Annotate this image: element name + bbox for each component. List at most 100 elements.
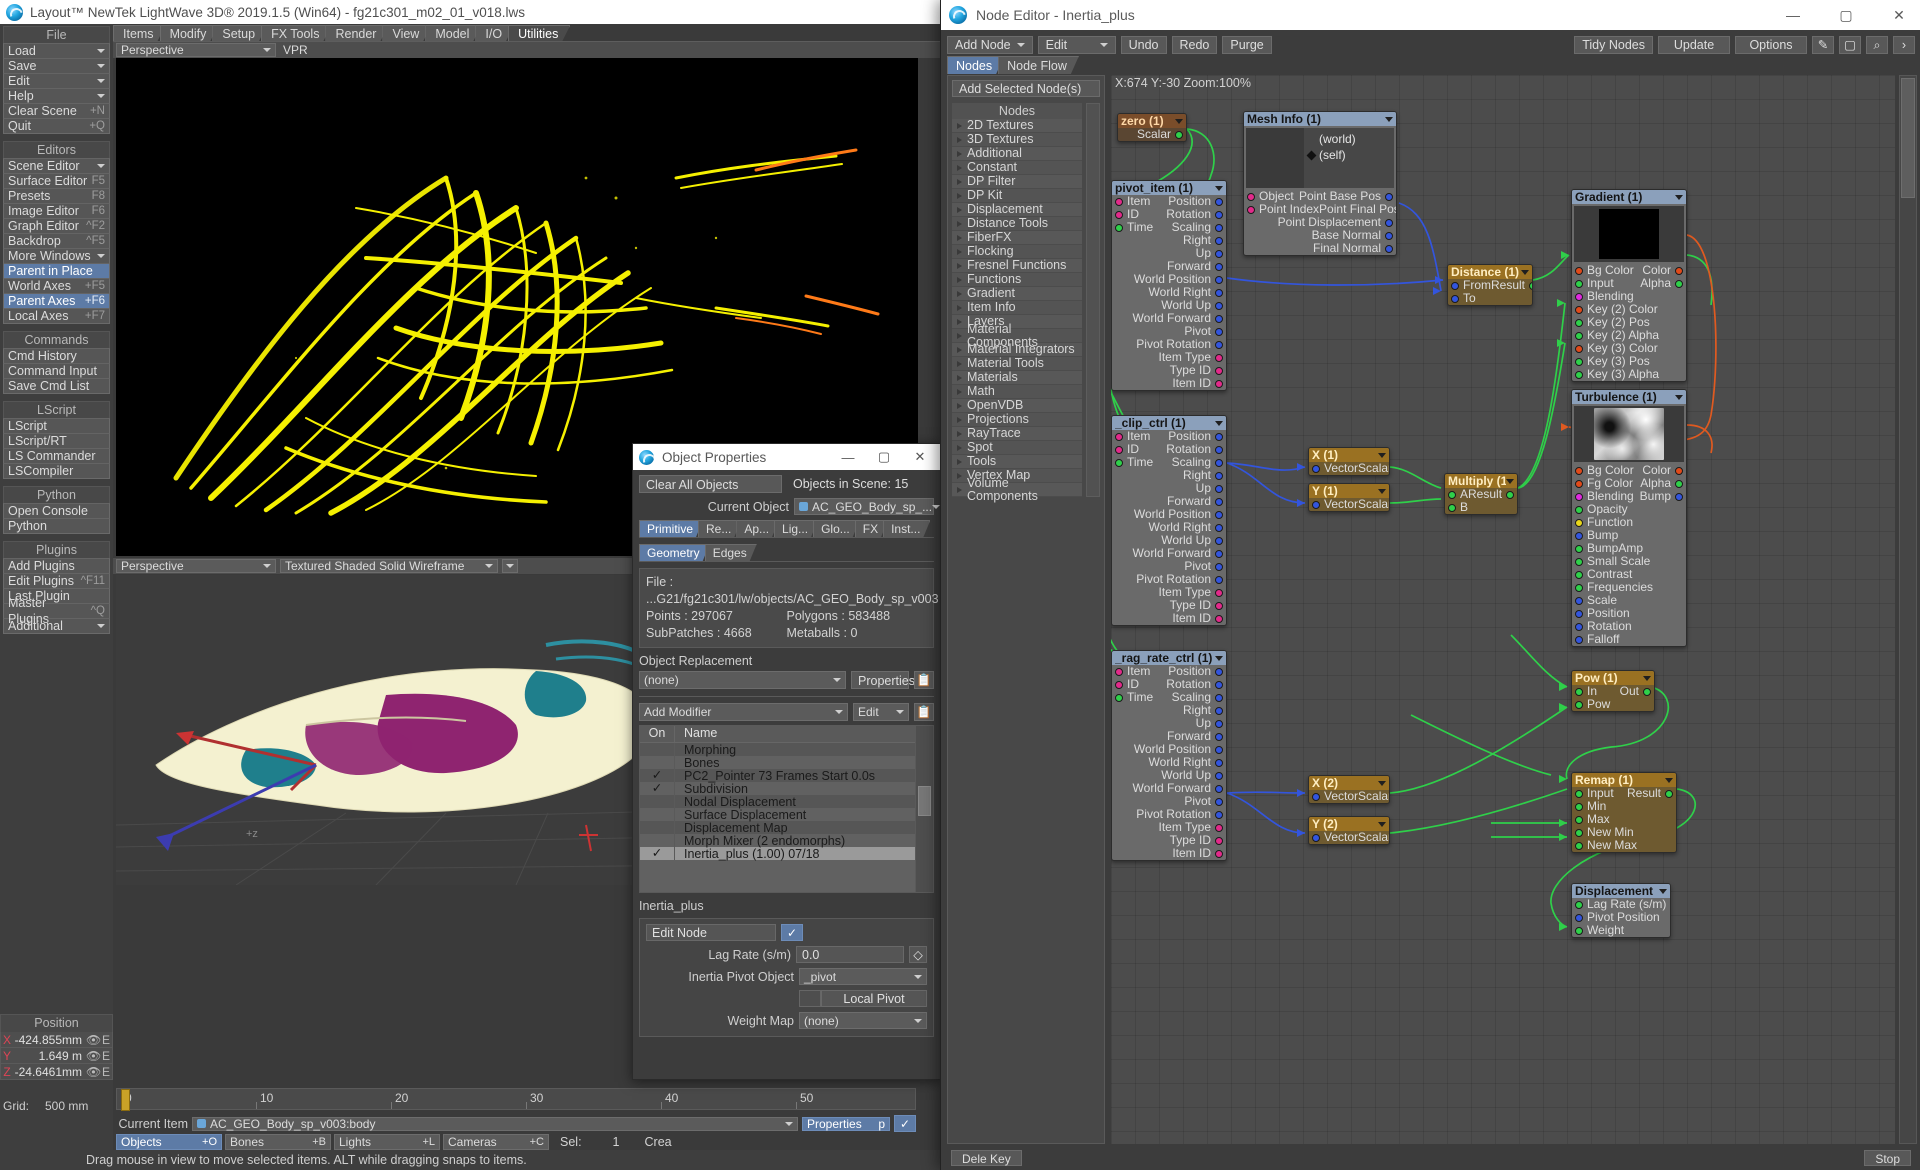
port-dot-icon[interactable] [1215,210,1223,219]
node-input-port[interactable]: B [1448,501,1468,514]
port-dot-icon[interactable] [1215,797,1223,806]
chevron-right-icon[interactable]: › [1893,36,1915,54]
toolbar-button-add-plugins[interactable]: Add Plugins [3,558,110,574]
port-dot-icon[interactable] [1115,693,1123,702]
port-dot-icon[interactable] [1247,205,1255,214]
node-output-port[interactable]: Scalar [1137,128,1183,141]
node-category-displacement[interactable]: Displacement [952,203,1082,217]
port-dot-icon[interactable] [1215,197,1223,206]
node-header[interactable]: Mesh Info (1) [1244,112,1396,126]
node-category-material-components[interactable]: Material Components [952,322,1082,348]
port-dot-icon[interactable] [1215,588,1223,597]
toolbar-button-edit-plugins[interactable]: Edit Plugins ^F11 [3,573,110,589]
toolbar-button-parent-in-place[interactable]: Parent in Place [3,263,110,279]
maximize-icon[interactable]: ▢ [1824,0,1868,30]
port-dot-icon[interactable] [1575,331,1583,340]
node-input-port[interactable]: Vector [1312,831,1358,844]
delete-key-button[interactable]: Dele Key [951,1150,1022,1166]
port-dot-icon[interactable] [1575,635,1583,644]
node-category-additional[interactable]: Additional [952,147,1082,161]
toolbar-button-local-axes[interactable]: Local Axes +F7 [3,308,110,324]
item-tab-lights[interactable]: Lights +L [334,1134,440,1150]
node-category-tools[interactable]: Tools [952,455,1082,469]
port-dot-icon[interactable] [1215,471,1223,480]
toolbar-purge-button[interactable]: Purge [1222,36,1272,54]
port-dot-icon[interactable] [1215,340,1223,349]
toolbar-button-clear-scene[interactable]: Clear Scene +N [3,103,110,119]
chevron-down-icon[interactable] [1215,420,1223,426]
chevron-down-icon[interactable] [1378,821,1386,827]
port-dot-icon[interactable] [1215,680,1223,689]
port-dot-icon[interactable] [1215,667,1223,676]
port-dot-icon[interactable] [1575,622,1583,631]
port-dot-icon[interactable] [1312,833,1320,842]
port-dot-icon[interactable] [1575,492,1583,501]
tab-fx[interactable]: FX [855,520,888,537]
port-dot-icon[interactable] [1575,609,1583,618]
search-icon[interactable]: ⌕ [1866,36,1888,54]
port-dot-icon[interactable] [1215,314,1223,323]
timeline-playhead[interactable] [121,1089,130,1111]
node-output-port[interactable]: Alpha [1640,277,1683,290]
toolbar-button-world-axes[interactable]: World Axes +F5 [3,278,110,294]
node-editor-toolbar[interactable]: Add Node Edit Undo Redo Purge Tidy Nodes Upda… [941,30,1920,56]
port-dot-icon[interactable] [1575,531,1583,540]
menu-tab-setup[interactable]: Setup [212,25,267,41]
port-dot-icon[interactable] [1115,667,1123,676]
node-header[interactable]: Turbulence (1) [1572,390,1686,404]
node-category-dp-filter[interactable]: DP Filter [952,175,1082,189]
port-dot-icon[interactable] [1575,570,1583,579]
port-dot-icon[interactable] [1529,281,1532,290]
port-dot-icon[interactable] [1575,318,1583,327]
toolbar-button-ls-commander[interactable]: LS Commander [3,448,110,464]
node-input-port[interactable]: Time [1115,221,1153,234]
port-dot-icon[interactable] [1215,275,1223,284]
port-dot-icon[interactable] [1675,466,1683,475]
modifier-edit-select[interactable]: Edit [853,703,909,721]
node-header[interactable]: pivot_item (1) [1112,181,1226,195]
eye-icon[interactable]: 👁 [86,1049,101,1063]
modifier-list[interactable]: On Name Morphing Bones ✓ PC2_Pointer 73 Fram… [639,725,934,893]
port-dot-icon[interactable] [1215,745,1223,754]
modifier-enabled-checkbox[interactable] [640,808,675,821]
port-dot-icon[interactable] [1643,687,1651,696]
port-dot-icon[interactable] [1215,693,1223,702]
node-input-port[interactable]: Key (3) Alpha [1575,368,1659,381]
port-dot-icon[interactable] [1247,192,1255,201]
menu-tab-utilities[interactable]: Utilities [508,25,570,41]
port-dot-icon[interactable] [1215,366,1223,375]
port-dot-icon[interactable] [1215,771,1223,780]
toolbar-button-python[interactable]: Python [3,518,110,534]
toolbar-button-save-cmd-list[interactable]: Save Cmd List [3,378,110,394]
modifier-row[interactable]: Bones [640,756,915,770]
port-dot-icon[interactable] [1215,445,1223,454]
modifier-enabled-checkbox[interactable] [640,743,675,756]
port-dot-icon[interactable] [1215,523,1223,532]
toolbar-button-more-windows[interactable]: More Windows [3,248,110,264]
node-header[interactable]: Distance (1) [1448,265,1532,279]
port-dot-icon[interactable] [1448,503,1456,512]
node-category-distance-tools[interactable]: Distance Tools [952,217,1082,231]
modifier-row[interactable]: ✓ Subdivision [640,782,915,796]
modifier-list-scrollbar[interactable] [915,726,933,892]
port-dot-icon[interactable] [1215,497,1223,506]
tab-re-[interactable]: Re... [698,520,741,537]
port-dot-icon[interactable] [1575,687,1583,696]
eye-icon[interactable]: 👁 [86,1033,101,1047]
port-dot-icon[interactable] [1385,244,1393,253]
timeline[interactable]: 01020304050 [116,1088,916,1111]
node-header[interactable]: _rag_rate_ctrl (1) [1112,651,1226,665]
node-category-3d-textures[interactable]: 3D Textures [952,133,1082,147]
object-properties-subtabs[interactable]: Geometry Edges [639,544,934,561]
toolbar-button-cmd-history[interactable]: Cmd History [3,348,110,364]
menu-tab-view[interactable]: View [382,25,431,41]
stop-button[interactable]: Stop [1864,1150,1911,1166]
port-dot-icon[interactable] [1575,841,1583,850]
chevron-down-icon[interactable] [1175,118,1183,124]
node-category-material-tools[interactable]: Material Tools [952,357,1082,371]
toolbar-button-edit[interactable]: Edit [3,73,110,89]
menu-tab-items[interactable]: Items [113,25,166,41]
port-dot-icon[interactable] [1215,706,1223,715]
port-dot-icon[interactable] [1575,583,1583,592]
tab-nodes[interactable]: Nodes [947,56,1004,74]
